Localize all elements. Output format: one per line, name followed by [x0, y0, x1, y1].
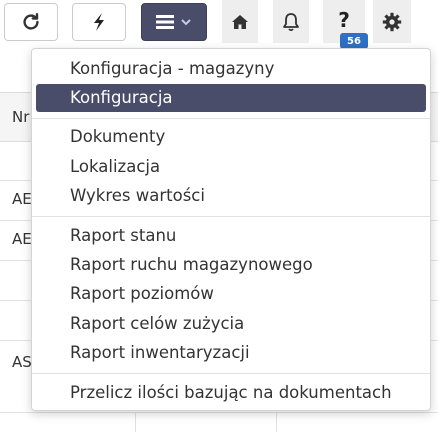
main-menu-dropdown: Konfiguracja - magazyny Konfiguracja Dok… [31, 48, 431, 411]
table-cell: AE [12, 230, 32, 248]
notification-badge: 56 [340, 33, 368, 49]
main-menu-button[interactable] [141, 3, 207, 41]
bell-icon [283, 12, 299, 31]
table-cell: AE [12, 190, 32, 208]
menu-item-raport-celow-zuzycia[interactable]: Raport celów zużycia [36, 310, 426, 338]
settings-button[interactable] [373, 0, 411, 43]
menu-item-przelicz-ilosci[interactable]: Przelicz ilości bazując na dokumentach [36, 379, 426, 407]
table-row[interactable] [0, 412, 438, 433]
home-button[interactable] [222, 0, 258, 43]
quick-actions-button[interactable] [72, 3, 126, 41]
menu-item-raport-inwentaryzacji[interactable]: Raport inwentaryzacji [36, 339, 426, 367]
notifications-button[interactable] [273, 0, 309, 43]
menu-item-konfiguracja-magazyny[interactable]: Konfiguracja - magazyny [36, 55, 426, 83]
refresh-button[interactable] [4, 3, 58, 41]
menu-item-raport-poziomow[interactable]: Raport poziomów [36, 280, 426, 308]
hamburger-menu-icon [156, 15, 174, 29]
menu-divider [32, 216, 430, 217]
menu-divider [32, 118, 430, 119]
menu-item-raport-stanu[interactable]: Raport stanu [36, 222, 426, 250]
refresh-icon [23, 13, 39, 30]
help-icon: ? [338, 7, 350, 32]
toolbar: ? 56 [0, 0, 438, 50]
menu-divider [32, 373, 430, 374]
table-cell: AS [12, 353, 32, 371]
table-divider [135, 412, 136, 432]
gear-icon [382, 12, 402, 31]
menu-item-raport-ruchu-magazynowego[interactable]: Raport ruchu magazynowego [36, 251, 426, 279]
table-header-number: Nr [12, 108, 30, 126]
menu-item-wykres-wartosci[interactable]: Wykres wartości [36, 182, 426, 210]
menu-item-lokalizacja[interactable]: Lokalizacja [36, 153, 426, 181]
home-icon [232, 14, 248, 29]
menu-item-konfiguracja[interactable]: Konfiguracja [36, 84, 426, 112]
menu-item-dokumenty[interactable]: Dokumenty [36, 123, 426, 151]
lightning-icon [94, 13, 104, 31]
table-divider [276, 412, 277, 432]
chevron-down-icon [181, 19, 191, 26]
